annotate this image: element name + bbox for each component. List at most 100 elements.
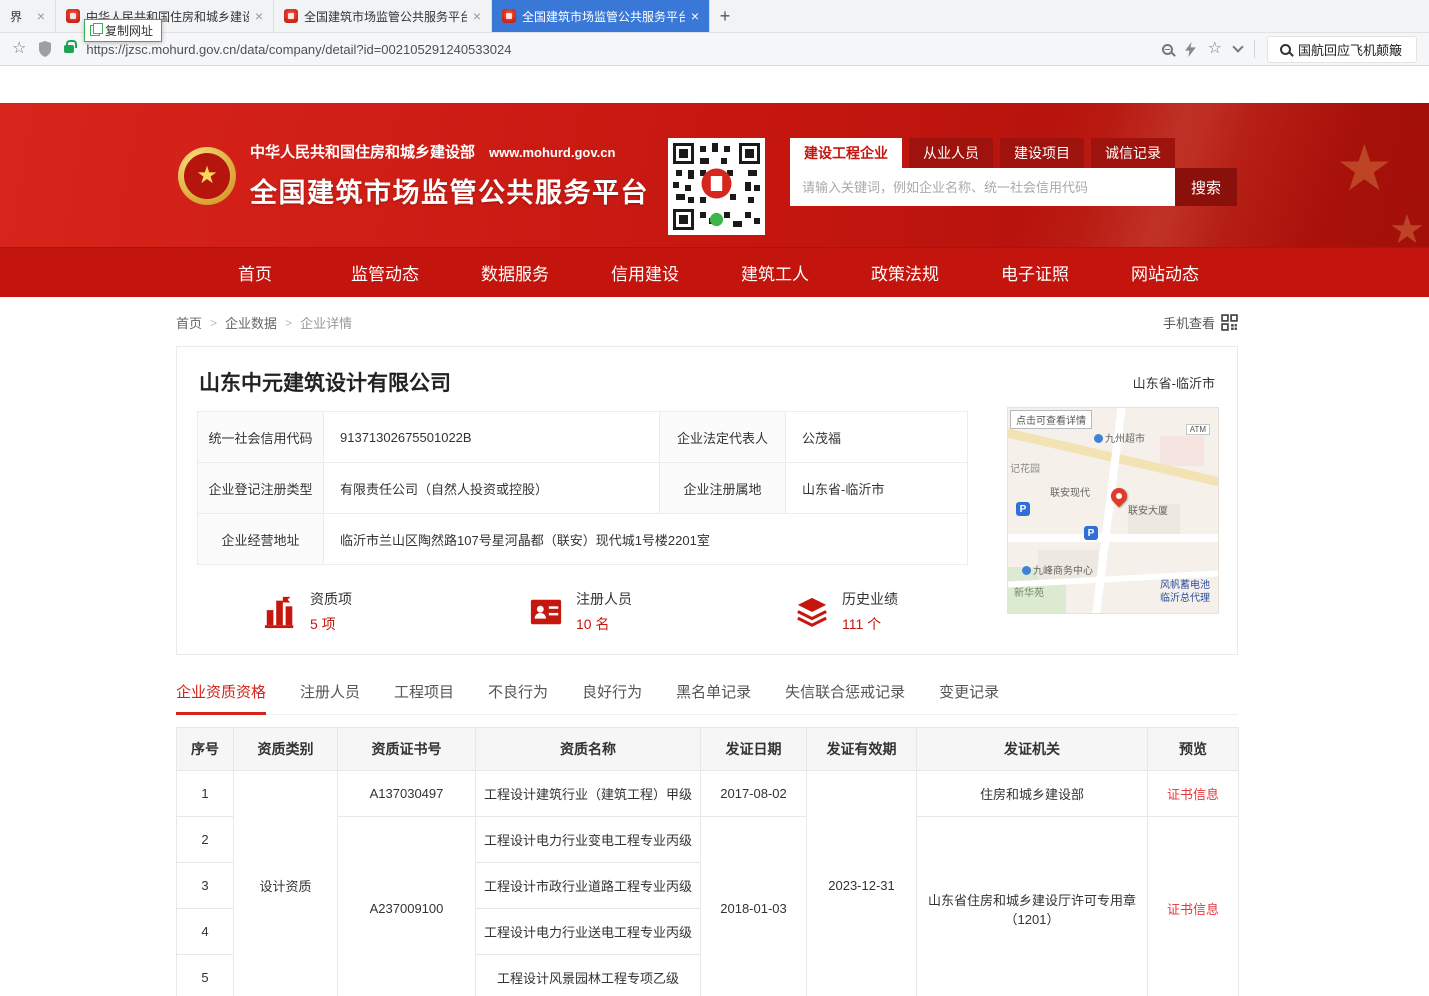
tab-bad-behavior[interactable]: 不良行为 bbox=[488, 681, 548, 714]
decor-star-icon: ★ bbox=[1336, 131, 1393, 206]
browser-tab-bar: 界 × 中华人民共和国住房和城乡建设 × 全国建筑市场监管公共服务平台 × 全国… bbox=[0, 0, 1429, 33]
close-icon[interactable]: × bbox=[37, 9, 45, 23]
nav-item-site-news[interactable]: 网站动态 bbox=[1100, 260, 1230, 285]
tab-change-records[interactable]: 变更记录 bbox=[939, 681, 999, 714]
stat-label: 历史业绩 bbox=[842, 589, 898, 609]
company-info-table: 统一社会信用代码 91371302675501022B 企业法定代表人 公茂福 … bbox=[197, 411, 968, 565]
close-icon[interactable]: × bbox=[473, 9, 481, 23]
tab-registered-personnel[interactable]: 注册人员 bbox=[300, 681, 360, 714]
stat-registered-personnel: 注册人员 10 名 bbox=[529, 589, 795, 634]
copy-url-tooltip[interactable]: 复制网址 bbox=[84, 19, 162, 42]
browser-tab-2[interactable]: 全国建筑市场监管公共服务平台 × bbox=[274, 0, 492, 32]
map-label-battery-line1: 风帆蓄电池 bbox=[1160, 580, 1210, 591]
banner-search-area: 建设工程企业 从业人员 建设项目 诚信记录 搜索 bbox=[790, 138, 1237, 206]
credit-code-label: 统一社会信用代码 bbox=[198, 412, 324, 463]
col-seq: 序号 bbox=[177, 728, 234, 771]
qual-name-cell: 工程设计建筑行业（建筑工程）甲级 bbox=[476, 771, 701, 817]
browser-tab-0[interactable]: 界 × bbox=[0, 0, 56, 32]
map-label-battery: 风帆蓄电池 临沂总代理 bbox=[1160, 580, 1210, 605]
layers-icon bbox=[795, 595, 829, 629]
search-tab-enterprise[interactable]: 建设工程企业 bbox=[790, 138, 902, 168]
mobile-view-button[interactable]: 手机查看 bbox=[1163, 313, 1238, 332]
close-icon[interactable]: × bbox=[691, 9, 699, 23]
cert-info-link[interactable]: 证书信息 bbox=[1167, 787, 1219, 802]
col-category: 资质类别 bbox=[234, 728, 338, 771]
reg-region-value: 山东省-临沂市 bbox=[786, 463, 968, 514]
bookmark-star-icon[interactable]: ☆ bbox=[12, 41, 26, 57]
qual-name-cell: 工程设计市政行业道路工程专业丙级 bbox=[476, 863, 701, 909]
nav-item-workers[interactable]: 建筑工人 bbox=[710, 260, 840, 285]
issue-date-cell: 2018-01-03 bbox=[701, 817, 807, 996]
browser-search-box[interactable]: 国航回应飞机颠簸 bbox=[1267, 36, 1417, 63]
copy-icon bbox=[90, 25, 100, 36]
parking-icon: P bbox=[1084, 526, 1098, 540]
tab-blacklist[interactable]: 黑名单记录 bbox=[676, 681, 751, 714]
authority-cell: 住房和城乡建设部 bbox=[917, 771, 1148, 817]
map-building-block bbox=[1160, 436, 1204, 466]
favorite-star-icon[interactable]: ☆ bbox=[1208, 41, 1222, 57]
site-favicon-icon bbox=[502, 9, 516, 23]
search-tab-credit[interactable]: 诚信记录 bbox=[1091, 138, 1175, 168]
nav-item-policy[interactable]: 政策法规 bbox=[840, 260, 970, 285]
national-emblem-icon: ★ bbox=[178, 147, 236, 205]
emblem-star-icon: ★ bbox=[184, 153, 230, 199]
map-road bbox=[1008, 534, 1218, 542]
search-tab-project[interactable]: 建设项目 bbox=[1000, 138, 1084, 168]
main-nav: 首页 监管动态 数据服务 信用建设 建筑工人 政策法规 电子证照 网站动态 bbox=[0, 247, 1429, 297]
tab-title: 界 bbox=[10, 8, 31, 25]
tab-qualifications[interactable]: 企业资质资格 bbox=[176, 681, 266, 714]
url-field[interactable]: https://jzsc.mohurd.gov.cn/data/company/… bbox=[86, 42, 1149, 57]
shield-icon[interactable] bbox=[38, 41, 52, 57]
browser-tab-3-active[interactable]: 全国建筑市场监管公共服务平台 × bbox=[492, 0, 710, 32]
tab-dishonesty-records[interactable]: 失信联合惩戒记录 bbox=[785, 681, 905, 714]
hot-search-text[interactable]: 国航回应飞机颠簸 bbox=[1298, 40, 1402, 59]
chevron-down-icon[interactable] bbox=[1232, 41, 1243, 52]
new-tab-button[interactable]: + bbox=[710, 0, 740, 32]
qr-mini-icon bbox=[1221, 314, 1238, 331]
search-tab-personnel[interactable]: 从业人员 bbox=[909, 138, 993, 168]
site-favicon-icon bbox=[66, 9, 80, 23]
zoom-out-icon[interactable] bbox=[1162, 44, 1173, 55]
legal-rep-label: 企业法定代表人 bbox=[660, 412, 786, 463]
search-button[interactable]: 搜索 bbox=[1175, 168, 1237, 206]
copy-url-label: 复制网址 bbox=[105, 22, 153, 39]
cert-info-link[interactable]: 证书信息 bbox=[1167, 902, 1219, 917]
map-label-lianan-tower: 联安大厦 bbox=[1128, 502, 1168, 517]
lock-icon bbox=[64, 45, 74, 53]
company-location-map[interactable]: 点击可查看详情 九州超市 ATM 记花园 联安现代 联安大厦 九峰商务中心 新华… bbox=[1007, 407, 1219, 614]
ministry-url: www.mohurd.gov.cn bbox=[489, 145, 615, 160]
stat-label: 资质项 bbox=[310, 589, 352, 609]
address-label: 企业经营地址 bbox=[198, 514, 324, 565]
lightning-icon[interactable] bbox=[1185, 42, 1196, 57]
stat-value: 10 名 bbox=[576, 614, 632, 634]
nav-item-data-service[interactable]: 数据服务 bbox=[450, 260, 580, 285]
keyword-search-input[interactable] bbox=[790, 168, 1175, 206]
map-label-lianan-modern: 联安现代 bbox=[1050, 484, 1090, 499]
close-icon[interactable]: × bbox=[255, 9, 263, 23]
tab-projects[interactable]: 工程项目 bbox=[394, 681, 454, 714]
nav-item-e-license[interactable]: 电子证照 bbox=[970, 260, 1100, 285]
breadcrumb-company-data[interactable]: 企业数据 bbox=[225, 313, 277, 332]
credit-code-value: 91371302675501022B bbox=[324, 412, 660, 463]
breadcrumb-row: 首页 > 企业数据 > 企业详情 手机查看 bbox=[176, 313, 1238, 332]
stat-qualifications: 资质项 5 项 bbox=[263, 589, 529, 634]
company-name: 山东中元建筑设计有限公司 bbox=[199, 367, 451, 397]
breadcrumb-home[interactable]: 首页 bbox=[176, 313, 202, 332]
cert-no-cell: A137030497 bbox=[338, 771, 476, 817]
cert-no-cell: A237009100 bbox=[338, 817, 476, 996]
nav-item-credit[interactable]: 信用建设 bbox=[580, 260, 710, 285]
nav-item-home[interactable]: 首页 bbox=[190, 260, 320, 285]
tab-good-behavior[interactable]: 良好行为 bbox=[582, 681, 642, 714]
qual-name-cell: 工程设计电力行业变电工程专业丙级 bbox=[476, 817, 701, 863]
company-detail-card: 山东中元建筑设计有限公司 山东省-临沂市 统一社会信用代码 9137130267… bbox=[176, 346, 1238, 655]
seq-cell: 2 bbox=[177, 817, 234, 863]
col-valid-until: 发证有效期 bbox=[807, 728, 917, 771]
site-titles: 中华人民共和国住房和城乡建设部 www.mohurd.gov.cn 全国建筑市场… bbox=[250, 141, 649, 210]
poi-icon bbox=[1094, 434, 1103, 443]
detail-section-tabs: 企业资质资格 注册人员 工程项目 不良行为 良好行为 黑名单记录 失信联合惩戒记… bbox=[176, 681, 1238, 715]
nav-item-supervision[interactable]: 监管动态 bbox=[320, 260, 450, 285]
map-tooltip: 点击可查看详情 bbox=[1010, 410, 1092, 429]
reg-type-label: 企业登记注册类型 bbox=[198, 463, 324, 514]
map-label-battery-line2: 临沂总代理 bbox=[1160, 593, 1210, 604]
reg-type-value: 有限责任公司（自然人投资或控股） bbox=[324, 463, 660, 514]
